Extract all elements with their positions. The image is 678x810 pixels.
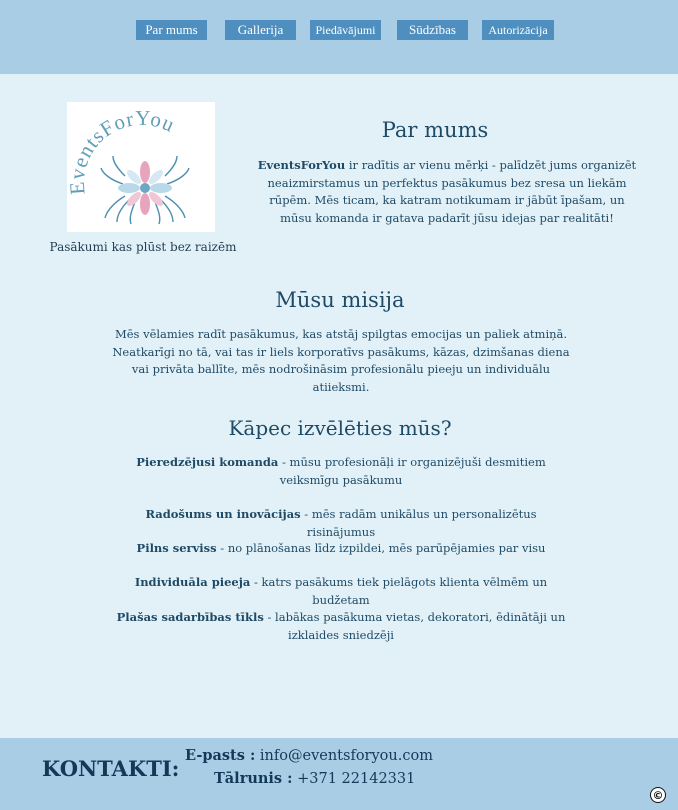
logo-wordmark: EventsForYou — [67, 106, 179, 196]
flower-icon — [118, 161, 172, 215]
why-item: Individuāla pieeja - katrs pasākums tiek… — [112, 574, 570, 609]
contacts-heading: KONTAKTI: — [42, 756, 180, 781]
why-item-title: Plašas sadarbības tīkls — [116, 610, 264, 624]
about-brand: EventsForYou — [257, 158, 346, 172]
why-item-title: Individuāla pieeja — [134, 575, 251, 589]
contact-phone: Tālrunis : +371 22142331 — [214, 770, 415, 787]
about-text: EventsForYou ir radītis ar vienu mērķi -… — [252, 157, 642, 227]
phone-label: Tālrunis : — [214, 770, 293, 787]
why-item-text: - labākas pasākuma vietas, dekoratori, ē… — [263, 610, 566, 642]
email-value[interactable]: info@eventsforyou.com — [255, 748, 433, 764]
about-title: Par mums — [381, 118, 489, 142]
email-label: E-pasts : — [185, 747, 256, 764]
nav-gallerija[interactable]: Gallerija — [225, 20, 296, 40]
mission-text: Mēs vēlamies radīt pasākumus, kas atstāj… — [112, 327, 570, 394]
why-title: Kāpec izvēlēties mūs? — [228, 416, 452, 440]
why-item-text: - mēs radām unikālus un personalizētus r… — [300, 507, 537, 539]
why-item: Pieredzējusi komanda - mūsu profesionāļi… — [112, 454, 570, 489]
nav-autorizacija[interactable]: Autorizācija — [482, 20, 554, 40]
why-item-text: - mūsu profesionāļi ir organizējuši desm… — [278, 455, 546, 487]
why-item-title: Pilns serviss — [136, 541, 217, 555]
why-item-title: Radošums un inovācijas — [145, 507, 301, 521]
why-item: Pilns serviss - no plānošanas līdz izpil… — [112, 540, 570, 558]
hands-icon — [100, 155, 190, 225]
phone-value[interactable]: +371 22142331 — [293, 771, 415, 787]
mission-title: Mūsu misija — [275, 288, 405, 312]
logo-graphic: EventsForYou — [65, 106, 190, 225]
copyright-icon: © — [650, 787, 666, 803]
why-item: Plašas sadarbības tīkls - labākas pasāku… — [102, 609, 580, 644]
tagline: Pasākumi kas plūst bez raizēm — [49, 240, 237, 254]
why-item: Radošums un inovācijas - mēs radām unikā… — [112, 506, 570, 541]
why-item-text: - no plānošanas līdz izpildei, mēs parūp… — [216, 541, 546, 555]
nav-piedavajumi[interactable]: Piedāvājumi — [310, 20, 381, 40]
contact-email: E-pasts : info@eventsforyou.com — [185, 747, 433, 764]
nav-par-mums[interactable]: Par mums — [136, 20, 207, 40]
header-bar: Par mums Gallerija Piedāvājumi Sūdzības … — [0, 0, 678, 74]
why-item-text: - katrs pasākums tiek pielāgots klienta … — [250, 575, 548, 607]
nav-sudzibas[interactable]: Sūdzības — [397, 20, 468, 40]
logo: EventsForYou — [65, 102, 215, 232]
why-item-title: Pieredzējusi komanda — [136, 455, 279, 469]
